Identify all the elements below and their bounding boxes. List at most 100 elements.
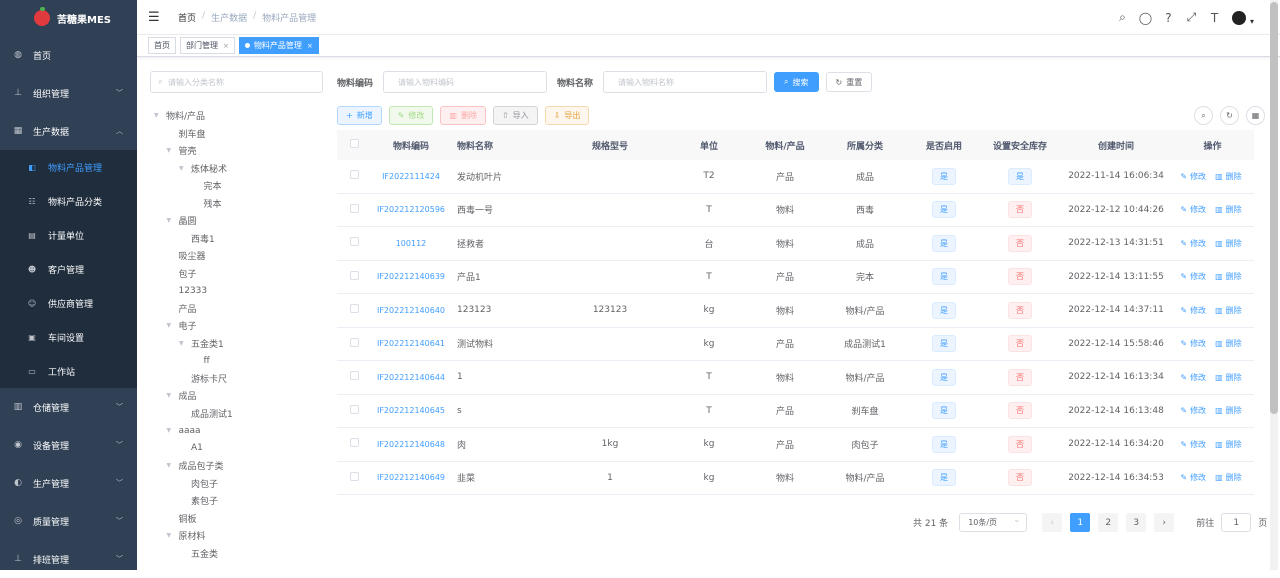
import-button[interactable]: ⇧ 导入: [492, 106, 538, 125]
sidebar-subitem-5[interactable]: ▣ 车间设置: [0, 320, 137, 354]
question-icon[interactable]: ?: [1157, 11, 1180, 25]
row-checkbox[interactable]: [337, 471, 371, 484]
add-button[interactable]: + 新增: [337, 106, 382, 125]
tree-node[interactable]: ▼ 管壳: [154, 142, 324, 160]
refresh-icon[interactable]: ↻: [1220, 106, 1239, 125]
row-checkbox[interactable]: [337, 337, 371, 350]
tree-node[interactable]: 肉包子: [154, 475, 324, 493]
fullscreen-icon[interactable]: ⤢: [1180, 10, 1203, 25]
tree-node[interactable]: A1: [154, 440, 324, 458]
tree-node[interactable]: 成品测试1: [154, 405, 324, 423]
tree-node[interactable]: 12333: [154, 282, 324, 300]
sidebar-item-more-3[interactable]: ◎ 质量管理 ﹀: [0, 502, 137, 540]
tree-node[interactable]: 五金类: [154, 545, 324, 563]
tree-search-input[interactable]: ⌕ 请输入分类名称: [150, 71, 323, 93]
tag-2[interactable]: 物料产品管理 ×: [238, 37, 319, 54]
tree-node[interactable]: ▼ 原材料: [154, 527, 324, 545]
row-delete-button[interactable]: ▥ 删除: [1215, 272, 1245, 281]
row-delete-button[interactable]: ▥ 删除: [1215, 406, 1245, 415]
material-code-link[interactable]: IF202212140649: [371, 473, 451, 482]
reset-button[interactable]: ↻ 重置: [825, 72, 873, 92]
row-checkbox[interactable]: [337, 170, 371, 182]
checkbox-icon[interactable]: [349, 371, 359, 381]
sidebar-subitem-0[interactable]: ◧ 物料产品管理: [0, 150, 137, 184]
checkbox-icon[interactable]: [349, 237, 359, 247]
tree-node[interactable]: 游标卡尺: [154, 370, 324, 388]
tree-node[interactable]: 铜板: [154, 510, 324, 528]
page-button-3[interactable]: 3: [1126, 513, 1147, 532]
sidebar-subitem-2[interactable]: ▤ 计量单位: [0, 218, 137, 252]
app-logo[interactable]: 苦糖果MES: [0, 0, 137, 36]
select-all-checkbox[interactable]: [337, 139, 371, 151]
font-size-icon[interactable]: T: [1203, 11, 1226, 25]
row-delete-button[interactable]: ▥ 删除: [1215, 239, 1245, 248]
checkbox-icon[interactable]: [349, 304, 359, 314]
row-delete-button[interactable]: ▥ 删除: [1215, 440, 1245, 449]
prev-page-button[interactable]: ‹: [1042, 513, 1063, 532]
row-delete-button[interactable]: ▥ 删除: [1215, 339, 1245, 348]
row-checkbox[interactable]: [337, 270, 371, 283]
next-page-button[interactable]: ›: [1154, 513, 1175, 532]
sidebar-item-more-2[interactable]: ◐ 生产管理 ﹀: [0, 464, 137, 502]
toggle-search-icon[interactable]: ⌕: [1194, 106, 1213, 125]
material-code-link[interactable]: IF202212140639: [371, 272, 451, 281]
breadcrumb-home[interactable]: 首页: [178, 11, 196, 24]
tree-node[interactable]: ▼ 成品包子类: [154, 457, 324, 475]
delete-button[interactable]: ▥ 删除: [440, 106, 486, 125]
tree-node[interactable]: 刹车盘: [154, 125, 324, 143]
sidebar-item-2[interactable]: ▦ 生产数据 ︿: [0, 112, 137, 150]
row-edit-button[interactable]: ✎ 修改: [1180, 272, 1209, 281]
row-edit-button[interactable]: ✎ 修改: [1180, 473, 1209, 482]
tree-node[interactable]: ▼ 炼体秘术: [154, 160, 324, 178]
row-checkbox[interactable]: [337, 438, 371, 450]
tree-node[interactable]: ▼ 五金类1: [154, 335, 324, 353]
row-delete-button[interactable]: ▥ 删除: [1215, 205, 1245, 214]
material-code-link[interactable]: IF202212140644: [371, 373, 451, 382]
tree-node[interactable]: 产品: [154, 300, 324, 318]
row-checkbox[interactable]: [337, 237, 371, 249]
row-checkbox[interactable]: [337, 371, 371, 383]
github-icon[interactable]: ◯: [1134, 11, 1157, 25]
tag-0[interactable]: 首页: [148, 37, 176, 54]
tree-node[interactable]: 吸尘器: [154, 247, 324, 265]
row-checkbox[interactable]: [337, 203, 371, 216]
row-edit-button[interactable]: ✎ 修改: [1180, 373, 1209, 382]
sidebar-item-more-4[interactable]: ⊥ 排班管理 ﹀: [0, 540, 137, 578]
row-edit-button[interactable]: ✎ 修改: [1180, 306, 1209, 315]
page-scrollbar[interactable]: [1270, 0, 1278, 570]
sidebar-item-0[interactable]: ◍ 首页: [0, 36, 137, 74]
checkbox-icon[interactable]: [349, 139, 359, 148]
sidebar-subitem-6[interactable]: ▭ 工作站: [0, 354, 137, 388]
checkbox-icon[interactable]: [349, 471, 359, 481]
page-button-1[interactable]: 1: [1070, 513, 1091, 532]
row-edit-button[interactable]: ✎ 修改: [1180, 406, 1209, 415]
checkbox-icon[interactable]: [349, 438, 359, 448]
export-button[interactable]: ⇩ 导出: [544, 106, 590, 125]
material-code-link[interactable]: IF202212140641: [371, 339, 451, 348]
hamburger-icon[interactable]: ☰: [148, 10, 162, 25]
checkbox-icon[interactable]: [349, 170, 359, 180]
row-delete-button[interactable]: ▥ 删除: [1215, 172, 1245, 181]
row-edit-button[interactable]: ✎ 修改: [1180, 239, 1209, 248]
tree-node[interactable]: ▼ aaaa: [154, 422, 324, 440]
tree-node[interactable]: ▼ 电子: [154, 317, 324, 335]
material-code-link[interactable]: IF202212140640: [371, 306, 451, 315]
tree-node[interactable]: 素包子: [154, 492, 324, 510]
material-code-link[interactable]: 100112: [371, 239, 451, 248]
tag-1[interactable]: 部门管理 ×: [180, 37, 235, 54]
close-icon[interactable]: ×: [307, 42, 313, 50]
checkbox-icon[interactable]: [349, 337, 359, 347]
material-name-input[interactable]: 请输入物料名称: [603, 71, 768, 93]
tree-node[interactable]: 完本: [154, 177, 324, 195]
columns-icon[interactable]: ▦: [1246, 106, 1265, 125]
checkbox-icon[interactable]: [349, 404, 359, 414]
sidebar-item-more-0[interactable]: ▥ 仓储管理 ﹀: [0, 388, 137, 426]
page-size-select[interactable]: 10条/页: [959, 513, 1028, 532]
material-code-link[interactable]: IF202212140648: [371, 440, 451, 449]
checkbox-icon[interactable]: [349, 203, 359, 213]
checkbox-icon[interactable]: [349, 270, 359, 280]
page-button-2[interactable]: 2: [1098, 513, 1119, 532]
row-delete-button[interactable]: ▥ 删除: [1215, 306, 1245, 315]
scrollbar-thumb[interactable]: [1270, 2, 1278, 414]
row-edit-button[interactable]: ✎ 修改: [1180, 172, 1209, 181]
